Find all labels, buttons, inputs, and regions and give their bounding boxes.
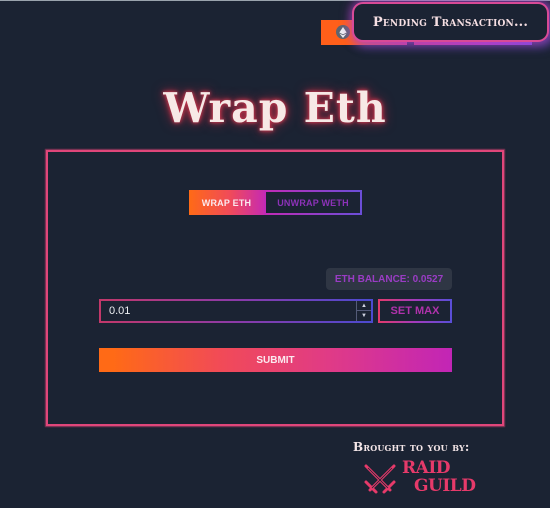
brought-to-you-label: Brought to you by: [353, 440, 470, 454]
increment-button[interactable]: ▲ [357, 301, 371, 311]
eth-balance-badge: ETH BALANCE: 0.0527 [326, 268, 452, 290]
page-title: Wrap Eth [163, 84, 387, 132]
amount-field: ▲ ▼ [99, 299, 373, 323]
pending-transaction-text: Pending Transaction... [372, 14, 529, 30]
tab-unwrap-weth[interactable]: UNWRAP WETH [264, 190, 362, 215]
logo-text-raid: RAID [402, 458, 451, 478]
caret-up-icon: ▲ [361, 302, 367, 309]
caret-down-icon: ▼ [361, 313, 367, 319]
logo-text-guild: GUILD [414, 476, 476, 496]
crossed-swords-icon [364, 464, 396, 494]
top-border [0, 0, 550, 1]
set-max-button[interactable]: SET MAX [378, 299, 452, 323]
decrement-button[interactable]: ▼ [357, 311, 371, 321]
submit-button[interactable]: SUBMIT [99, 348, 452, 372]
amount-stepper: ▲ ▼ [356, 301, 371, 321]
wrap-mode-toggle: WRAP ETH UNWRAP WETH [189, 190, 362, 215]
raid-guild-logo[interactable]: RAID GUILD [362, 460, 492, 498]
ethereum-icon [336, 25, 350, 39]
amount-input[interactable] [101, 301, 356, 321]
tab-wrap-eth[interactable]: WRAP ETH [189, 190, 264, 215]
pending-transaction-toast: Pending Transaction... [354, 4, 547, 40]
